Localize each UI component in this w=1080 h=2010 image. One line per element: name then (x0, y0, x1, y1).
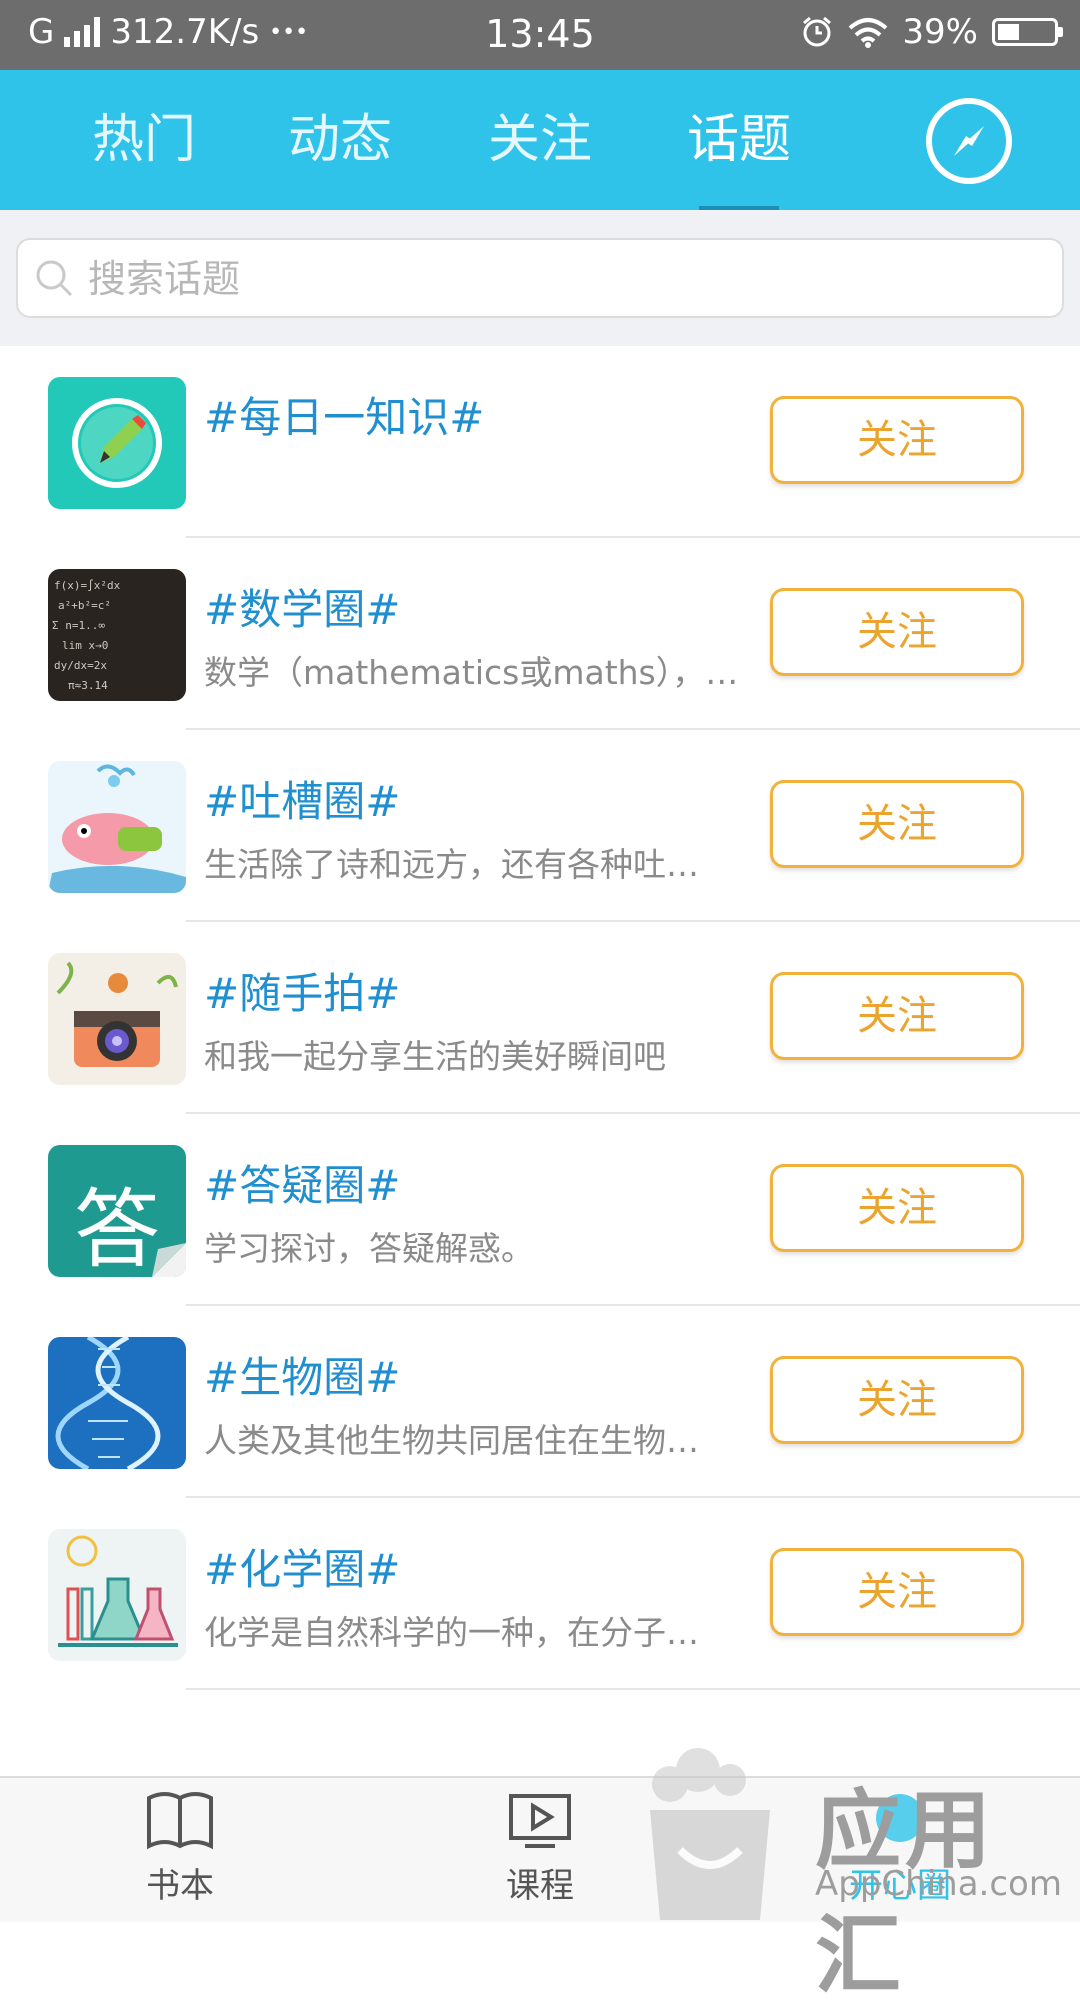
follow-button[interactable]: 关注 (770, 1164, 1024, 1252)
topic-title: #每日一知识# (204, 393, 485, 442)
topic-list: #每日一知识# 关注 f(x)=∫x²dx a²+b²=c² Σ n=1..∞ … (0, 346, 1080, 1690)
follow-button[interactable]: 关注 (770, 588, 1024, 676)
watermark-bag-icon (650, 1748, 770, 1920)
tab-dynamic[interactable]: 动态 (270, 70, 410, 210)
nav-item-book[interactable]: 书本 (100, 1790, 260, 1907)
topic-desc: 生活除了诗和远方，还有各种吐… (204, 845, 699, 884)
search-area (0, 210, 1080, 346)
topic-title: #吐槽圈# (204, 777, 401, 826)
follow-button[interactable]: 关注 (770, 1548, 1024, 1636)
svg-text:a²+b²=c²: a²+b²=c² (58, 599, 111, 612)
top-tab-bar: 热门 动态 关注 话题 (0, 70, 1080, 210)
tab-follow[interactable]: 关注 (470, 70, 610, 210)
pencil-circle-icon (48, 377, 186, 509)
topic-title: #答疑圈# (204, 1161, 401, 1210)
topic-row[interactable]: #生物圈# 人类及其他生物共同居住在生物… 关注 (0, 1306, 1080, 1498)
book-icon (147, 1792, 213, 1850)
search-box[interactable] (16, 238, 1064, 318)
tab-label: 热门 (91, 110, 196, 170)
battery-icon (992, 18, 1063, 46)
search-icon (36, 260, 73, 297)
wifi-icon (849, 18, 888, 48)
lab-flask-icon (48, 1529, 186, 1661)
nav-label: 课程 (506, 1866, 574, 1906)
topic-row[interactable]: 答 #答疑圈# 学习探讨，答疑解惑。 关注 (0, 1114, 1080, 1306)
follow-button[interactable]: 关注 (770, 972, 1024, 1060)
answer-icon: 答 (48, 1145, 186, 1277)
nav-item-course[interactable]: 课程 (460, 1790, 620, 1907)
topic-desc: 人类及其他生物共同居住在生物… (204, 1421, 699, 1460)
topic-desc: 数学（mathematics或maths），… (204, 653, 739, 692)
watermark-sub: AppChina.com (815, 1864, 1062, 1904)
status-right: 39% (800, 12, 1063, 52)
follow-button[interactable]: 关注 (770, 780, 1024, 868)
follow-button[interactable]: 关注 (770, 396, 1024, 484)
svg-text:f(x)=∫x²dx: f(x)=∫x²dx (54, 579, 121, 592)
svg-text:π≈3.14: π≈3.14 (68, 679, 108, 692)
dna-icon (48, 1337, 186, 1469)
topic-row[interactable]: #吐槽圈# 生活除了诗和远方，还有各种吐… 关注 (0, 730, 1080, 922)
battery-percent: 39% (902, 12, 978, 52)
tab-label: 关注 (487, 110, 592, 170)
nav-label: 书本 (146, 1866, 214, 1906)
status-bar: G 312.7K/s ••• 13:45 39% (0, 0, 1080, 70)
chalkboard-icon: f(x)=∫x²dx a²+b²=c² Σ n=1..∞ lim x→0 dy/… (48, 569, 186, 701)
tab-hot[interactable]: 热门 (74, 70, 214, 210)
alarm-icon (803, 16, 832, 47)
topic-row[interactable]: #化学圈# 化学是自然科学的一种，在分子… 关注 (0, 1498, 1080, 1690)
tab-label: 动态 (287, 110, 392, 170)
tab-label: 话题 (686, 110, 791, 170)
topic-title: #生物圈# (204, 1353, 401, 1402)
follow-button[interactable]: 关注 (770, 1356, 1024, 1444)
topic-desc: 化学是自然科学的一种，在分子… (204, 1613, 699, 1652)
search-input[interactable] (86, 250, 990, 308)
topic-title: #化学圈# (204, 1545, 401, 1594)
topic-title: #随手拍# (204, 969, 401, 1018)
play-screen-icon (509, 1794, 571, 1848)
svg-text:lim x→0: lim x→0 (62, 639, 108, 652)
svg-text:dy/dx=2x: dy/dx=2x (54, 659, 107, 672)
tab-topics[interactable]: 话题 (669, 70, 809, 210)
svg-text:Σ n=1..∞: Σ n=1..∞ (52, 619, 105, 632)
topic-row[interactable]: #每日一知识# 关注 (0, 346, 1080, 538)
topic-title: #数学圈# (204, 585, 401, 634)
row-divider (186, 1688, 1080, 1690)
topic-row[interactable]: f(x)=∫x²dx a²+b²=c² Σ n=1..∞ lim x→0 dy/… (0, 538, 1080, 730)
patrick-star-icon (48, 761, 186, 893)
watermark: 应用汇 AppChina.com (640, 1740, 1080, 2006)
camera-icon (48, 953, 186, 1085)
topic-desc: 和我一起分享生活的美好瞬间吧 (204, 1037, 666, 1076)
topic-desc: 学习探讨，答疑解惑。 (204, 1229, 534, 1268)
topic-row[interactable]: #随手拍# 和我一起分享生活的美好瞬间吧 关注 (0, 922, 1080, 1114)
compass-icon[interactable] (926, 98, 1012, 184)
